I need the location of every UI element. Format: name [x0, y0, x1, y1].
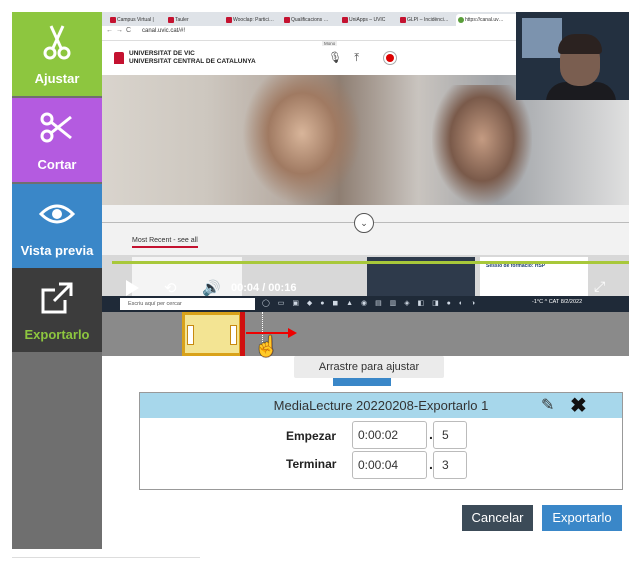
mono-tooltip: Mono: [322, 41, 338, 46]
browser-tab: GLPI – Incidènci…: [398, 14, 459, 26]
sidebar-item-label: Ajustar: [34, 71, 80, 86]
browser-tab: Tauler: [166, 14, 227, 26]
record-icon: [386, 54, 394, 62]
taskbar-search: Escriu aquí per cercar: [120, 298, 255, 310]
sidebar-item-vista-previa[interactable]: Vista previa: [12, 184, 102, 268]
volume-icon[interactable]: 🔊: [202, 279, 221, 297]
webcam-hair: [558, 34, 602, 54]
cut-icon: [40, 112, 72, 143]
divider: [12, 557, 200, 558]
clip-left-handle[interactable]: [187, 325, 194, 345]
hand-cursor-icon: ☝: [254, 336, 279, 358]
taskbar-app-icons: ◯ ▭ ▣ ◆ ● ◼ ▲ ◉ ▤ ▥ ◈ ◧ ◨ ● ◐ ◑: [262, 300, 479, 307]
end-frac-input[interactable]: 3: [433, 451, 467, 479]
editor-sidebar: Ajustar Cortar Vista previa Exportarlo: [12, 12, 102, 549]
end-label: Terminar: [286, 457, 337, 471]
address-text: canal.uvic.cat/#!: [142, 28, 186, 34]
browser-nav-icons: ←→C: [106, 27, 135, 34]
start-time-input[interactable]: 0:00:02: [352, 421, 427, 449]
upload-icon: ⤒: [354, 52, 360, 64]
export-icon: [41, 282, 73, 314]
export-dialog: MediaLecture 20220208-Exportarlo 1 ✎ ✖ E…: [139, 392, 623, 490]
clip-right-handle[interactable]: [230, 325, 237, 345]
start-label: Empezar: [286, 429, 337, 443]
pencil-icon[interactable]: ✎: [541, 395, 554, 415]
hint-pointer: [333, 378, 391, 386]
chevron-down-icon: ⌄: [354, 213, 374, 233]
browser-tab: UniApps – UVIC: [340, 14, 401, 26]
start-frac-input[interactable]: 5: [433, 421, 467, 449]
scissors-icon: [43, 25, 71, 60]
header-icons: 🎙 ⤒: [328, 51, 359, 65]
system-tray: -1°C ^ CAT 8/2/2022: [532, 299, 583, 305]
dialog-header: MediaLecture 20220208-Exportarlo 1 ✎ ✖: [140, 393, 622, 418]
university-logo: [114, 52, 124, 64]
cancel-button[interactable]: Cancelar: [462, 505, 533, 531]
export-button[interactable]: Exportarlo: [542, 505, 622, 531]
browser-tab: Wooclap: Partici…: [224, 14, 285, 26]
divider: [374, 222, 629, 223]
playhead-marker[interactable]: [240, 312, 245, 356]
eye-icon: [39, 204, 75, 224]
selected-clip[interactable]: [182, 312, 242, 356]
video-progress-bar[interactable]: [112, 261, 629, 264]
webcam-overlay: [516, 12, 629, 100]
end-time-input[interactable]: 0:00:04: [352, 451, 427, 479]
play-icon[interactable]: [126, 280, 139, 296]
browser-tab-active: https://canal.uv…: [456, 14, 525, 26]
webcam-background: [522, 18, 562, 58]
gear-icon[interactable]: ⚙: [552, 278, 567, 298]
arrow-right-icon: [288, 328, 297, 338]
sidebar-item-label: Exportarlo: [24, 327, 90, 342]
most-recent-link: Most Recent - see all: [132, 237, 198, 248]
sidebar-item-ajustar[interactable]: Ajustar: [12, 12, 102, 96]
microphone-icon: 🎙: [328, 52, 342, 64]
browser-tab: Qualificacions …: [282, 14, 343, 26]
timeline-track[interactable]: ☝: [102, 312, 629, 358]
sidebar-item-exportarlo[interactable]: Exportarlo: [12, 268, 102, 352]
time-display: 00:04 / 00:16: [231, 282, 297, 294]
sidebar-item-cortar[interactable]: Cortar: [12, 98, 102, 182]
close-icon[interactable]: ✖: [570, 393, 587, 418]
divider: [102, 222, 354, 223]
fullscreen-icon[interactable]: ⤢: [594, 278, 605, 295]
sidebar-item-label: Cortar: [37, 157, 77, 172]
rewind-10-icon[interactable]: ⟲: [164, 279, 177, 297]
content-strip: ⌄ Most Recent - see all: [102, 205, 629, 255]
hero-person: [242, 75, 362, 205]
university-name-line1: UNIVERSITAT DE VIC: [129, 50, 195, 57]
drag-hint: Arrastre para ajustar: [294, 356, 444, 378]
university-name: UNIVERSITAT DE VIC UNIVERSITAT CENTRAL D…: [129, 50, 256, 66]
hero-person: [432, 85, 532, 205]
browser-tab: Campus Virtual |: [108, 14, 169, 26]
sidebar-item-label: Vista previa: [20, 243, 94, 258]
windows-taskbar: Escriu aquí per cercar ◯ ▭ ▣ ◆ ● ◼ ▲ ◉ ▤…: [102, 296, 629, 312]
university-name-line2: UNIVERSITAT CENTRAL DE CATALUNYA: [129, 58, 256, 65]
